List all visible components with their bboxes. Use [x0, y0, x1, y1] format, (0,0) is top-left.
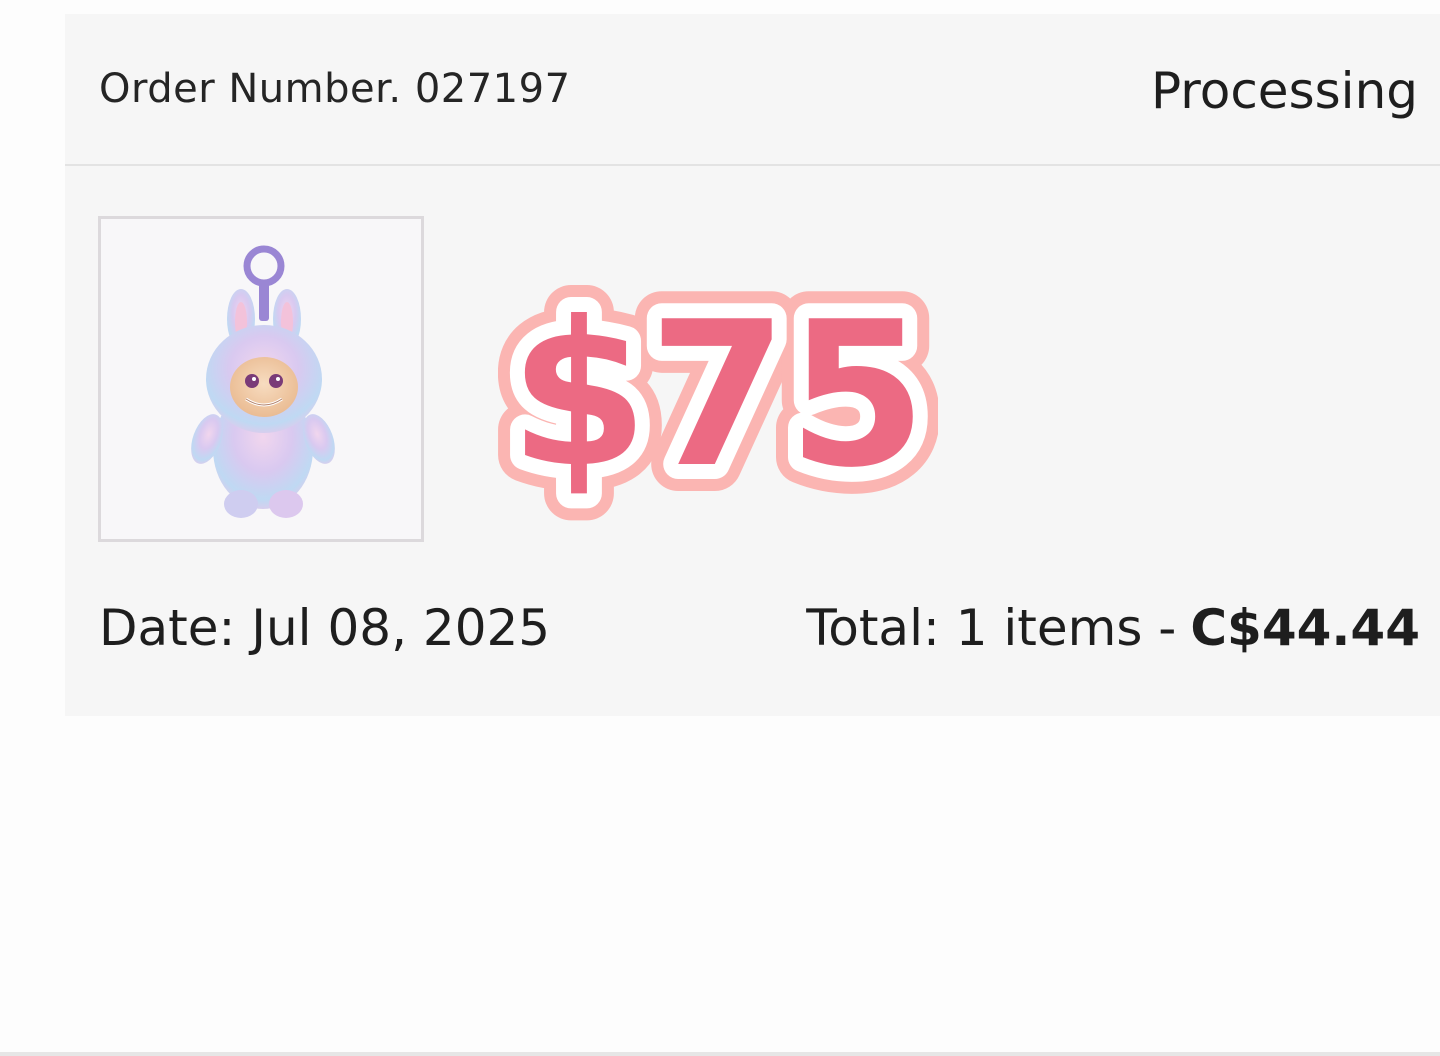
- price-sticker: $75 $75 $75: [498, 252, 938, 539]
- order-total-label: Total: 1 items -: [806, 599, 1177, 657]
- order-header: Order Number. 027197 Processing: [65, 14, 1440, 166]
- order-page: Order Number. 027197 Processing Date: Ju…: [0, 0, 1440, 1056]
- plush-bunny-keychain-icon: [191, 245, 335, 518]
- order-total-amount: C$44.44: [1190, 599, 1420, 657]
- price-sticker-text: $75: [509, 279, 926, 512]
- order-status: Processing: [1151, 62, 1418, 120]
- order-total: Total: 1 items - C$44.44: [806, 599, 1420, 657]
- order-number: Order Number. 027197: [99, 66, 571, 112]
- order-date: Date: Jul 08, 2025: [99, 599, 551, 657]
- bottom-divider: [0, 1052, 1440, 1056]
- product-thumbnail[interactable]: [98, 216, 424, 542]
